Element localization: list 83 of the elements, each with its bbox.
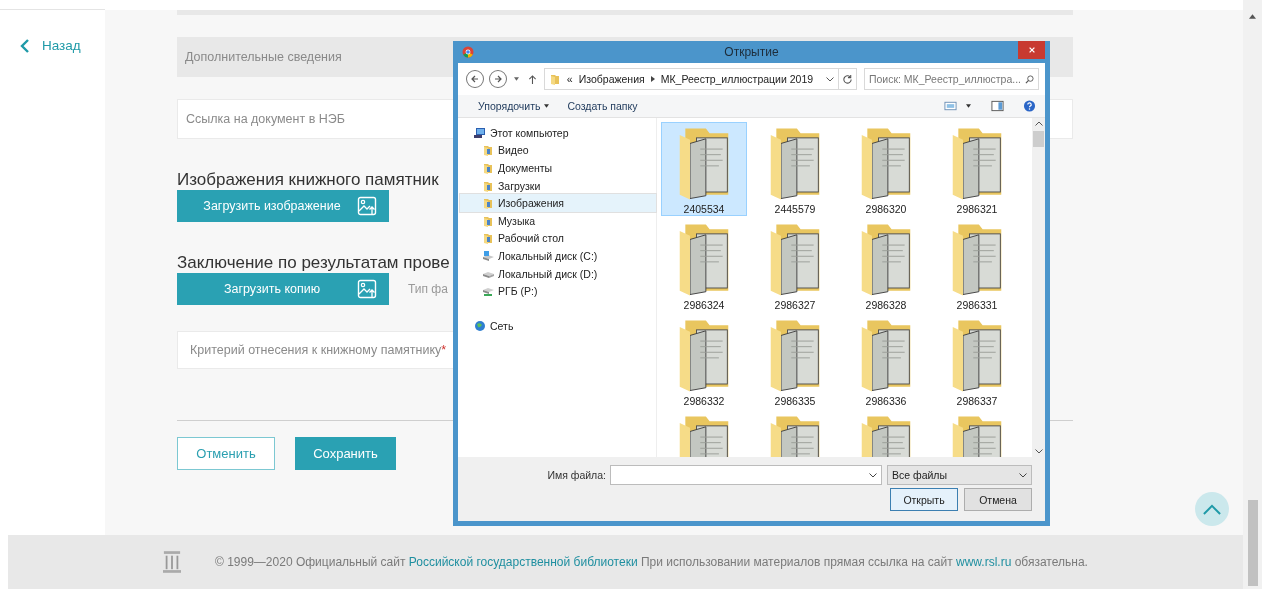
close-icon xyxy=(1027,46,1036,54)
folder-icon xyxy=(548,73,561,85)
new-folder-button[interactable]: Создать папку xyxy=(561,100,644,112)
chevron-down-icon xyxy=(1019,472,1027,478)
cancel-button[interactable]: Отмена xyxy=(964,488,1032,511)
chevron-left-icon xyxy=(20,38,30,53)
globe-icon xyxy=(474,319,486,332)
help-icon xyxy=(1022,100,1036,112)
caret-icon xyxy=(966,104,971,108)
nav-item[interactable]: Локальный диск (C:) xyxy=(460,247,656,265)
pane-icon xyxy=(990,100,1004,112)
search-field[interactable]: Поиск: МК_Реестр_иллюстра... xyxy=(863,68,1039,90)
scrollbar[interactable] xyxy=(1032,118,1045,457)
folder-item[interactable]: 2445579 xyxy=(752,122,838,216)
folder-item[interactable]: 2986320 xyxy=(843,122,929,216)
arrow-right-icon xyxy=(492,74,503,84)
open-button[interactable]: Открыть xyxy=(890,488,958,511)
nav-item[interactable]: Изображения xyxy=(460,194,656,212)
nav-item[interactable]: Видео xyxy=(460,141,656,160)
folder-item[interactable]: 2986327 xyxy=(752,218,838,312)
arrow-up-icon xyxy=(527,73,537,85)
nav-item[interactable]: Рабочий стол xyxy=(460,229,656,248)
chevron-down-icon xyxy=(825,76,834,82)
folder-item[interactable]: 2986331 xyxy=(934,218,1020,312)
folder-icon xyxy=(482,144,494,157)
computer-icon xyxy=(474,126,486,139)
folder-item[interactable]: 2986321 xyxy=(934,122,1020,216)
scroll-thumb[interactable] xyxy=(1033,131,1044,147)
folder-icon xyxy=(482,232,494,245)
file-type-select[interactable]: Все файлы xyxy=(887,465,1032,485)
image-upload-icon xyxy=(357,279,377,299)
breadcrumb-item[interactable]: МК_Реестр_иллюстрации 2019 xyxy=(660,73,814,85)
refresh-icon xyxy=(841,73,853,85)
folder-item[interactable]: 2986328 xyxy=(843,218,929,312)
app-icon xyxy=(462,46,474,58)
view-icon xyxy=(943,100,957,112)
nav-item[interactable]: Документы xyxy=(460,159,656,177)
file-name-field[interactable] xyxy=(610,465,882,485)
caret-icon xyxy=(544,104,550,108)
scrollbar[interactable] xyxy=(1243,0,1262,589)
organize-menu[interactable]: Упорядочить xyxy=(472,100,556,112)
dialog-title: Открытие xyxy=(724,45,779,59)
forward-button[interactable] xyxy=(488,70,507,88)
folder-item[interactable]: 2986324 xyxy=(661,218,747,312)
nav-item[interactable]: Загрузки xyxy=(460,176,656,195)
folder-icon xyxy=(482,162,494,174)
chevron-up-icon xyxy=(1034,121,1043,126)
nav-item[interactable]: Локальный диск (D:) xyxy=(460,264,656,283)
nav-item[interactable]: Этот компьютер xyxy=(460,124,656,142)
chevron-right-icon xyxy=(650,76,655,82)
folder-item[interactable]: 2405534 xyxy=(661,122,747,216)
help-button[interactable] xyxy=(1021,98,1037,114)
drive-icon xyxy=(482,249,494,262)
section-heading: Изображения книжного памятник xyxy=(177,170,439,190)
network-drive-icon xyxy=(482,285,494,298)
preview-pane-button[interactable] xyxy=(989,98,1005,114)
folder-icon xyxy=(482,179,494,192)
image-upload-icon xyxy=(357,196,377,216)
search-icon xyxy=(1025,74,1034,84)
columns-logo-icon xyxy=(163,550,181,574)
nav-item[interactable]: РГБ (P:) xyxy=(460,282,656,300)
copyright-text: © 1999—2020 Официальный сайт Российской государственной библиотеки При использовании материалов прямая ссылка на сайт www.rsl.ru обязательна. xyxy=(215,555,1088,569)
folder-item[interactable]: 2986335 xyxy=(752,314,838,408)
back-button[interactable] xyxy=(466,70,484,88)
folder-icon xyxy=(482,197,494,210)
back-link[interactable]: Назад xyxy=(20,38,81,53)
file-type-hint: Тип фа xyxy=(408,282,448,296)
folder-item[interactable]: 2986332 xyxy=(661,314,747,408)
folder-item[interactable]: 2986336 xyxy=(843,314,929,408)
chevron-down-icon xyxy=(1034,449,1043,454)
arrow-left-icon xyxy=(469,74,480,84)
section-heading: Заключение по результатам прове xyxy=(177,253,450,273)
nav-item[interactable]: Музыка xyxy=(460,211,656,230)
address-bar[interactable]: « Изображения МК_Реестр_иллюстрации 2019 xyxy=(543,68,839,90)
breadcrumb-item[interactable]: Изображения xyxy=(578,73,645,85)
breadcrumb-overflow[interactable]: « xyxy=(566,73,573,85)
folder-icon xyxy=(482,214,494,227)
folder-item[interactable]: 2986337 xyxy=(934,314,1020,408)
scroll-thumb[interactable] xyxy=(1247,500,1258,586)
scroll-up-arrow-icon xyxy=(1249,14,1256,19)
chevron-up-icon xyxy=(1203,503,1221,515)
file-name-label: Имя файла: xyxy=(547,469,606,481)
chevron-down-icon xyxy=(869,472,877,478)
